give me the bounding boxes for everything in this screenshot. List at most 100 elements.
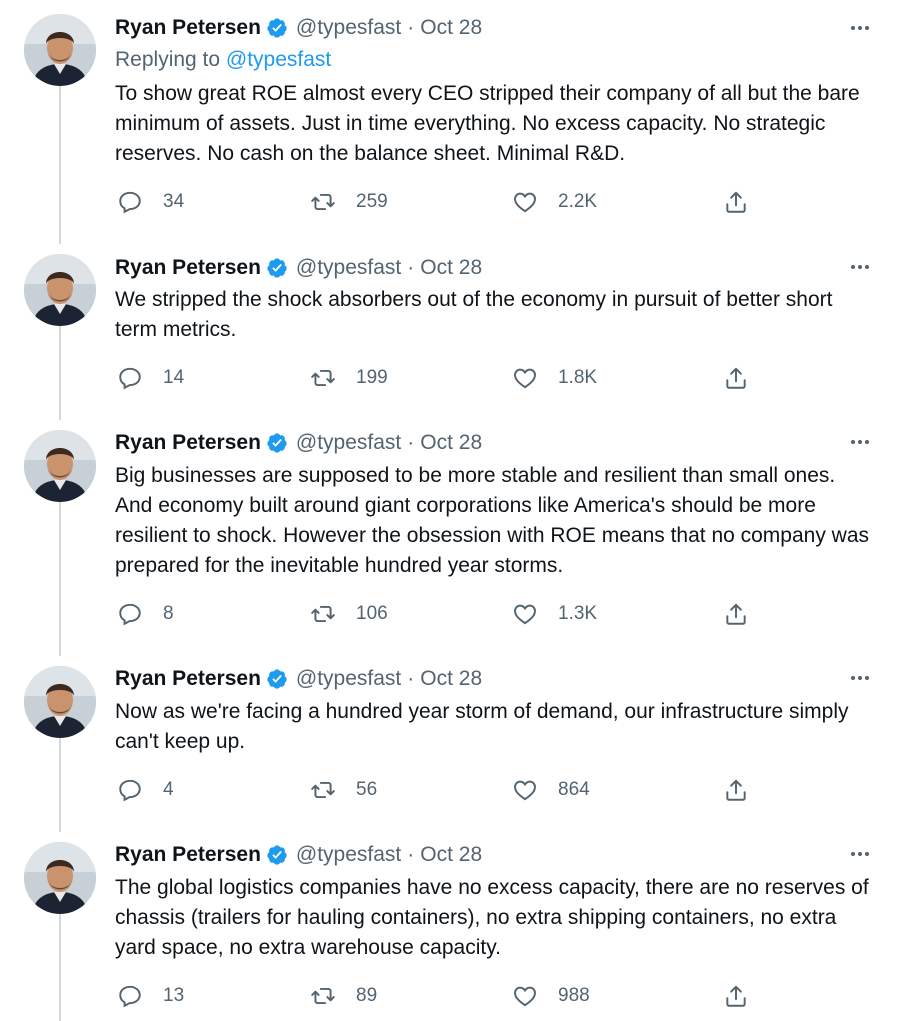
retweet-button[interactable]: 89 xyxy=(310,981,377,1011)
tweet-actions: 34 259 2.2K xyxy=(115,187,755,217)
share-upload-icon xyxy=(723,777,749,803)
retweet-count: 56 xyxy=(356,779,378,800)
retweet-button[interactable]: 259 xyxy=(310,187,388,217)
tweet-text: To show great ROE almost every CEO strip… xyxy=(115,82,860,165)
tweet-header: Ryan Petersen @typesfast · Oct 28 xyxy=(115,254,482,282)
tweet-text: Now as we're facing a hundred year storm… xyxy=(115,700,849,753)
tweet-actions: 8 106 1.3K xyxy=(115,599,755,629)
like-count: 1.8K xyxy=(558,367,598,388)
share-upload-icon xyxy=(723,983,749,1009)
more-horizontal-icon[interactable] xyxy=(846,257,874,277)
replying-to: Replying to @typesfast xyxy=(115,48,331,72)
avatar[interactable] xyxy=(24,14,96,86)
author-handle[interactable]: @typesfast xyxy=(296,843,401,867)
reply-button[interactable]: 14 xyxy=(117,363,184,393)
verified-badge-icon xyxy=(266,432,288,454)
reply-count: 4 xyxy=(163,779,174,800)
author-name[interactable]: Ryan Petersen xyxy=(115,256,261,280)
separator-dot: · xyxy=(407,256,415,279)
author-name[interactable]: Ryan Petersen xyxy=(115,431,261,455)
verified-badge-icon xyxy=(266,668,288,690)
author-handle[interactable]: @typesfast xyxy=(296,256,401,280)
tweet-date[interactable]: Oct 28 xyxy=(420,667,482,691)
share-upload-icon xyxy=(723,601,749,627)
reply-count: 13 xyxy=(163,985,185,1006)
share-upload-icon xyxy=(723,365,749,391)
replying-to-handle-link[interactable]: @typesfast xyxy=(226,48,331,71)
heart-icon xyxy=(512,777,538,803)
retweet-arrows-icon xyxy=(310,365,336,391)
avatar[interactable] xyxy=(24,430,96,502)
tweet-header: Ryan Petersen @typesfast · Oct 28 xyxy=(115,841,482,869)
like-count: 864 xyxy=(558,779,590,800)
like-count: 988 xyxy=(558,985,590,1006)
retweet-button[interactable]: 56 xyxy=(310,775,377,805)
tweet[interactable]: Ryan Petersen @typesfast · Oct 28 Replyi… xyxy=(0,0,899,244)
author-name[interactable]: Ryan Petersen xyxy=(115,667,261,691)
separator-dot: · xyxy=(407,843,415,866)
share-button[interactable] xyxy=(723,775,749,805)
retweet-arrows-icon xyxy=(310,777,336,803)
verified-badge-icon xyxy=(266,844,288,866)
tweet[interactable]: Ryan Petersen @typesfast · Oct 28 We str… xyxy=(0,244,899,420)
avatar[interactable] xyxy=(24,254,96,326)
author-name[interactable]: Ryan Petersen xyxy=(115,843,261,867)
like-button[interactable]: 864 xyxy=(512,775,590,805)
retweet-button[interactable]: 199 xyxy=(310,363,388,393)
avatar[interactable] xyxy=(24,842,96,914)
share-button[interactable] xyxy=(723,363,749,393)
reply-button[interactable]: 34 xyxy=(117,187,184,217)
tweet-date[interactable]: Oct 28 xyxy=(420,843,482,867)
tweet-header: Ryan Petersen @typesfast · Oct 28 xyxy=(115,429,482,457)
retweet-arrows-icon xyxy=(310,983,336,1009)
author-name[interactable]: Ryan Petersen xyxy=(115,16,261,40)
tweet-date[interactable]: Oct 28 xyxy=(420,16,482,40)
tweet-header: Ryan Petersen @typesfast · Oct 28 xyxy=(115,665,482,693)
reply-button[interactable]: 4 xyxy=(117,775,174,805)
heart-icon xyxy=(512,365,538,391)
like-count: 1.3K xyxy=(558,603,598,624)
retweet-button[interactable]: 106 xyxy=(310,599,388,629)
tweet[interactable]: Ryan Petersen @typesfast · Oct 28 Big bu… xyxy=(0,420,899,656)
tweet-actions: 13 89 988 xyxy=(115,981,755,1011)
like-button[interactable]: 1.8K xyxy=(512,363,597,393)
tweet-header: Ryan Petersen @typesfast · Oct 28 xyxy=(115,14,482,42)
reply-bubble-icon xyxy=(117,983,143,1009)
share-button[interactable] xyxy=(723,981,749,1011)
tweet-date[interactable]: Oct 28 xyxy=(420,256,482,280)
more-horizontal-icon[interactable] xyxy=(846,668,874,688)
author-handle[interactable]: @typesfast xyxy=(296,431,401,455)
tweet[interactable]: Ryan Petersen @typesfast · Oct 28 The gl… xyxy=(0,832,899,1021)
reply-count: 14 xyxy=(163,367,185,388)
tweet-date[interactable]: Oct 28 xyxy=(420,431,482,455)
share-button[interactable] xyxy=(723,599,749,629)
author-handle[interactable]: @typesfast xyxy=(296,667,401,691)
verified-badge-icon xyxy=(266,17,288,39)
like-button[interactable]: 2.2K xyxy=(512,187,597,217)
retweet-count: 259 xyxy=(356,191,388,212)
reply-count: 8 xyxy=(163,603,174,624)
avatar-image xyxy=(24,254,96,326)
replying-to-label: Replying to xyxy=(115,48,221,71)
avatar-image xyxy=(24,430,96,502)
more-horizontal-icon[interactable] xyxy=(846,432,874,452)
share-upload-icon xyxy=(723,189,749,215)
reply-bubble-icon xyxy=(117,777,143,803)
reply-button[interactable]: 13 xyxy=(117,981,184,1011)
reply-button[interactable]: 8 xyxy=(117,599,174,629)
like-button[interactable]: 988 xyxy=(512,981,590,1011)
heart-icon xyxy=(512,189,538,215)
tweet[interactable]: Ryan Petersen @typesfast · Oct 28 Now as… xyxy=(0,656,899,832)
author-handle[interactable]: @typesfast xyxy=(296,16,401,40)
share-button[interactable] xyxy=(723,187,749,217)
retweet-arrows-icon xyxy=(310,189,336,215)
retweet-count: 106 xyxy=(356,603,388,624)
reply-bubble-icon xyxy=(117,189,143,215)
more-horizontal-icon[interactable] xyxy=(846,18,874,38)
more-horizontal-icon[interactable] xyxy=(846,844,874,864)
avatar-image xyxy=(24,842,96,914)
tweet-actions: 14 199 1.8K xyxy=(115,363,755,393)
like-button[interactable]: 1.3K xyxy=(512,599,597,629)
tweet-text: Big businesses are supposed to be more s… xyxy=(115,464,870,577)
avatar[interactable] xyxy=(24,666,96,738)
